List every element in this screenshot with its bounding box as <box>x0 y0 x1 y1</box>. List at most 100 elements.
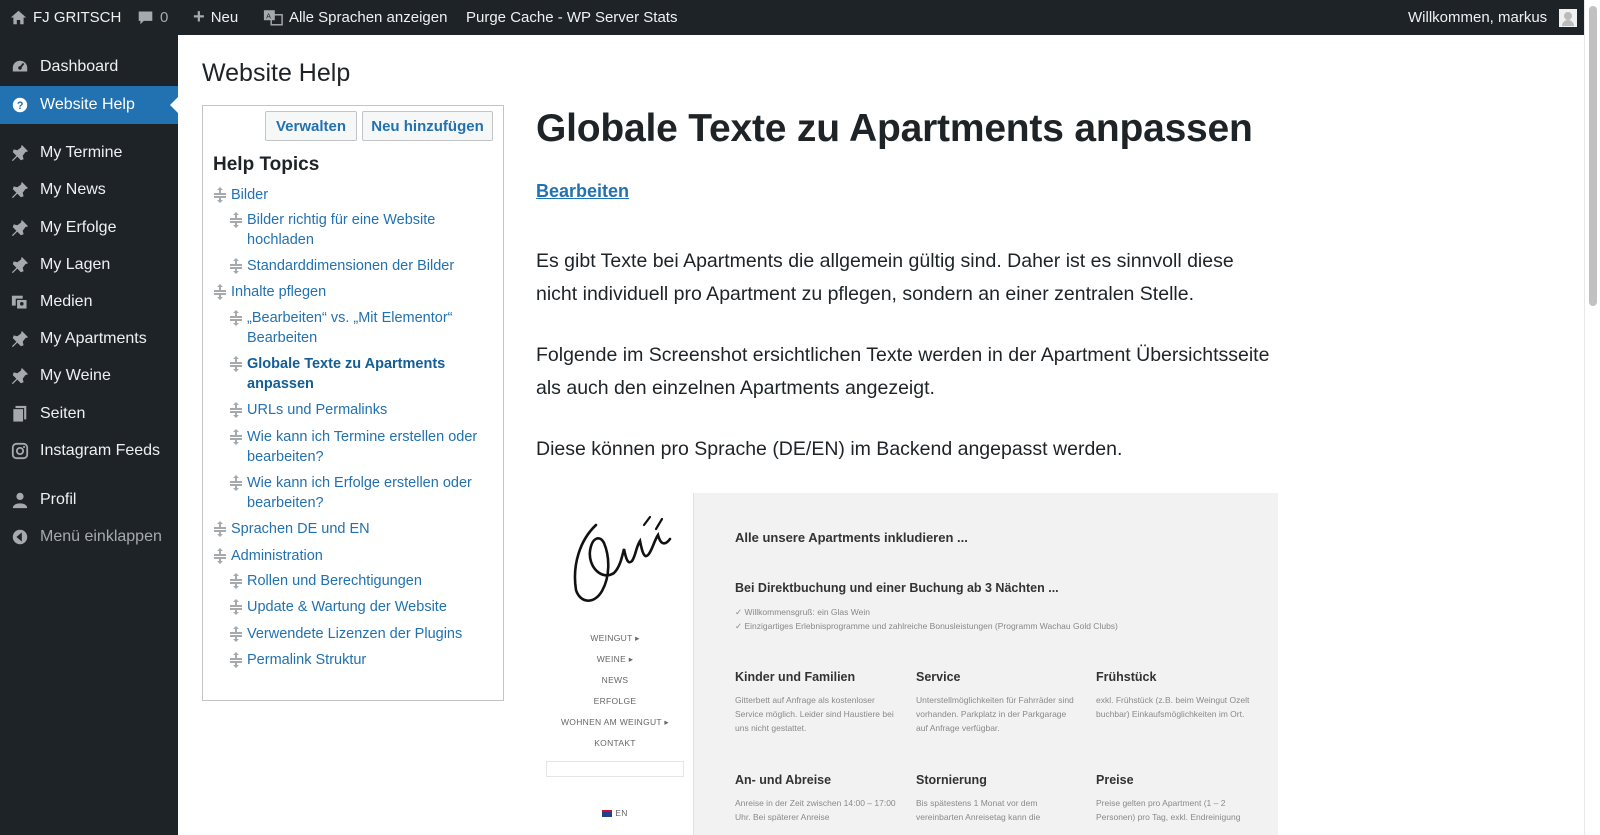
sidebar-item-website-help[interactable]: ? Website Help <box>0 86 178 124</box>
pin-icon <box>0 144 40 162</box>
site-name-link[interactable]: FJ GRITSCH <box>10 0 121 35</box>
sidebar-item-seiten[interactable]: Seiten <box>0 396 178 432</box>
plus-icon: + <box>193 6 205 28</box>
pages-icon <box>0 405 40 423</box>
topic-link[interactable]: Inhalte pflegen <box>213 282 493 302</box>
sidebar-item-label: My Weine <box>40 367 111 384</box>
embedded-screenshot: WEINGUT ▸ WEINE ▸ NEWS ERFOLGE WOHNEN AM… <box>536 493 1278 835</box>
screenshot-nav-item: NEWS <box>601 675 629 685</box>
sidebar-item-my-termine[interactable]: My Termine <box>0 135 178 171</box>
screenshot-column-text: Gitterbett auf Anfrage als kostenloser S… <box>735 695 894 733</box>
drag-handle-icon <box>229 356 243 378</box>
screenshot-check-item: ✓ Willkommensgruß: ein Glas Wein <box>735 607 870 617</box>
drag-handle-icon <box>229 310 243 332</box>
topic-link[interactable]: Update & Wartung der Website <box>229 597 489 617</box>
drag-handle-icon <box>229 212 243 234</box>
screenshot-column-title: Stornierung <box>916 773 987 787</box>
drag-handle-icon <box>229 599 243 621</box>
pin-icon <box>0 219 40 237</box>
new-content-link[interactable]: + Neu <box>193 0 238 35</box>
screenshot-subheading: Bei Direktbuchung und einer Buchung ab 3… <box>735 581 1059 595</box>
comments-count: 0 <box>160 9 169 26</box>
signature-logo <box>573 515 672 602</box>
topics-heading: Help Topics <box>213 154 320 175</box>
page-title: Website Help <box>202 59 351 87</box>
add-new-button[interactable]: Neu hinzufügen <box>362 111 493 141</box>
screenshot-search-box <box>546 761 684 777</box>
pin-icon <box>0 367 40 385</box>
topic-link[interactable]: Wie kann ich Erfolge erstellen oder bear… <box>229 473 489 513</box>
sidebar-item-my-apartments[interactable]: My Apartments <box>0 321 178 357</box>
sidebar-item-label: My News <box>40 181 106 198</box>
topic-link[interactable]: „Bearbeiten“ vs. „Mit Elementor“ Bearbei… <box>229 308 489 348</box>
home-icon <box>10 9 27 26</box>
instagram-icon <box>0 442 40 460</box>
topic-link[interactable]: Verwendete Lizenzen der Plugins <box>229 624 489 644</box>
screenshot-column-text: Unterstellmöglichkeiten für Fahrräder si… <box>916 695 1074 733</box>
comment-icon <box>137 9 154 26</box>
topic-link[interactable]: Rollen und Berechtigungen <box>229 571 489 591</box>
drag-handle-icon <box>229 652 243 674</box>
article-paragraph: Folgende im Screenshot ersichtlichen Tex… <box>536 344 1270 399</box>
drag-handle-icon <box>229 573 243 595</box>
screenshot-nav-item: KONTAKT <box>594 738 636 748</box>
topic-link[interactable]: URLs und Permalinks <box>229 400 489 420</box>
scrollbar-thumb[interactable] <box>1589 6 1597 306</box>
drag-handle-icon <box>229 402 243 424</box>
topic-link[interactable]: Standarddimensionen der Bilder <box>229 256 489 276</box>
topic-link[interactable]: Sprachen DE und EN <box>213 519 493 539</box>
dashboard-icon <box>0 58 40 76</box>
sidebar-item-my-erfolge[interactable]: My Erfolge <box>0 210 178 246</box>
drag-handle-icon <box>213 187 227 209</box>
purge-cache-link[interactable]: Purge Cache - WP Server Stats <box>466 0 677 35</box>
screenshot-nav-item: WEINGUT ▸ <box>590 633 640 643</box>
screenshot-column-title: An- und Abreise <box>735 773 832 787</box>
active-indicator <box>170 97 178 113</box>
screenshot-column-title: Frühstück <box>1096 670 1157 684</box>
drag-handle-icon <box>213 521 227 543</box>
comments-link[interactable]: 0 <box>137 0 168 35</box>
sidebar-item-medien[interactable]: Medien <box>0 284 178 320</box>
pin-icon <box>0 181 40 199</box>
sidebar-item-my-news[interactable]: My News <box>0 172 178 208</box>
sidebar-item-label: Seiten <box>40 405 86 422</box>
sidebar-item-profil[interactable]: Profil <box>0 482 178 518</box>
account-menu[interactable]: Willkommen, markus <box>1408 0 1578 35</box>
topic-link[interactable]: Wie kann ich Termine erstellen oder bear… <box>229 427 489 467</box>
site-name: FJ GRITSCH <box>33 9 122 26</box>
sidebar-item-dashboard[interactable]: Dashboard <box>0 49 178 85</box>
collapse-icon <box>0 528 40 546</box>
drag-handle-icon <box>213 284 227 306</box>
topic-link[interactable]: Bilder <box>213 185 493 205</box>
screenshot-nav-item: WEINE ▸ <box>596 654 634 664</box>
article-title: Globale Texte zu Apartments anpassen <box>536 107 1253 150</box>
screenshot-nav-item: WOHNEN AM WEINGUT ▸ <box>560 717 670 727</box>
admin-sidebar: Dashboard ? Website Help My Termine My N… <box>0 35 178 835</box>
manage-button[interactable]: Verwalten <box>265 111 357 141</box>
article-paragraph: Es gibt Texte bei Apartments die allgeme… <box>536 250 1234 305</box>
sidebar-item-label: My Apartments <box>40 330 147 347</box>
sidebar-item-instagram-feeds[interactable]: Instagram Feeds <box>0 433 178 469</box>
topic-link-current[interactable]: Globale Texte zu Apartments anpassen <box>229 354 489 394</box>
sidebar-item-my-weine[interactable]: My Weine <box>0 358 178 394</box>
edit-link[interactable]: Bearbeiten <box>536 181 629 202</box>
topic-link[interactable]: Bilder richtig für eine Website hochlade… <box>229 210 489 250</box>
page-scrollbar[interactable] <box>1584 0 1600 835</box>
translate-icon: A <box>263 9 283 26</box>
article-paragraph: Diese können pro Sprache (DE/EN) im Back… <box>536 438 1123 460</box>
main-content: Website Help Verwalten Neu hinzufügen He… <box>178 35 1584 835</box>
topic-link[interactable]: Permalink Struktur <box>229 650 489 670</box>
collapse-menu-button[interactable]: Menü einklappen <box>0 519 178 555</box>
screenshot-column-title: Preise <box>1096 773 1134 787</box>
admin-bar: FJ GRITSCH 0 + Neu A Alle Sprachen anzei… <box>0 0 1600 35</box>
sidebar-item-label: Menü einklappen <box>40 528 162 545</box>
purge-label: Purge Cache - WP Server Stats <box>466 9 678 26</box>
flag-icon <box>602 810 613 818</box>
drag-handle-icon <box>229 258 243 280</box>
sidebar-item-my-lagen[interactable]: My Lagen <box>0 247 178 283</box>
topic-link[interactable]: Administration <box>213 546 493 566</box>
sidebar-item-label: My Erfolge <box>40 219 117 236</box>
languages-link[interactable]: A Alle Sprachen anzeigen <box>263 0 447 35</box>
drag-handle-icon <box>213 548 227 570</box>
sidebar-item-label: My Lagen <box>40 256 111 273</box>
